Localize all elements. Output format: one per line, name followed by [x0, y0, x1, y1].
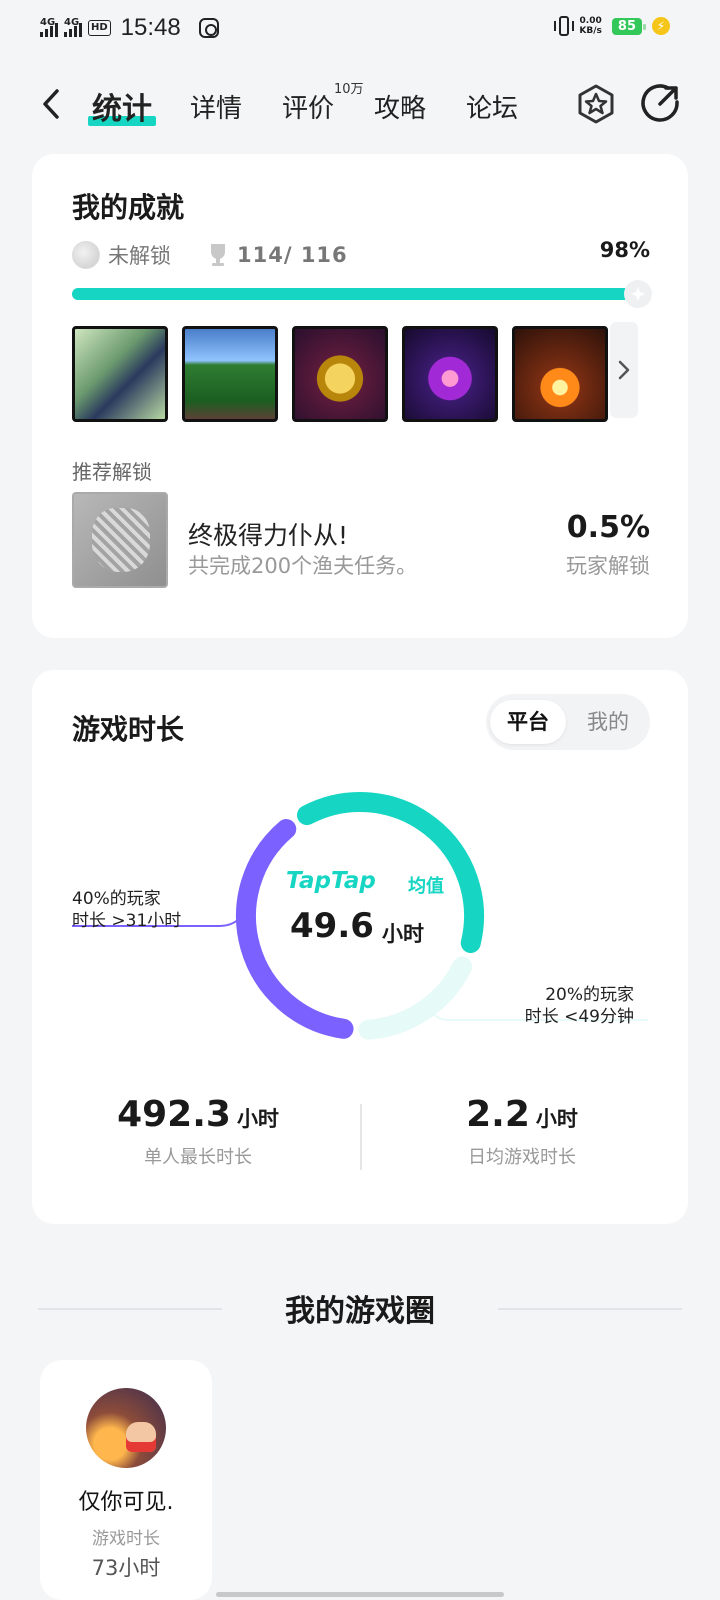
- net-speed-value: 0.00: [579, 16, 602, 26]
- friend-card[interactable]: 仅你可见. 游戏时长 73小时: [40, 1360, 212, 1600]
- daily-playtime-label: 日均游戏时长: [468, 1147, 576, 1168]
- achievement-icon-1[interactable]: [72, 326, 168, 422]
- recommended-unlock-percent: 0.5%: [566, 510, 650, 545]
- net-speed: 0.00 KB/s: [579, 16, 601, 36]
- achievements-title: 我的成就: [72, 191, 185, 224]
- reviews-count-badge: 10万: [334, 82, 364, 97]
- vibrate-icon: [554, 16, 575, 36]
- recommended-achievement-name[interactable]: 终极得力仆从!: [188, 516, 348, 552]
- tab-reviews[interactable]: 评价: [282, 88, 334, 125]
- star-hex-icon[interactable]: [574, 82, 618, 126]
- short-players-label: 20%的玩家 时长 <49分钟: [525, 984, 634, 1028]
- signal-icon: 4G: [64, 17, 82, 37]
- donut-segment-short: [358, 956, 473, 1040]
- achievement-count: 114/ 116: [237, 243, 348, 267]
- home-indicator[interactable]: [216, 1592, 504, 1597]
- recommended-achievement-desc: 共完成200个渔夫任务。: [188, 554, 418, 578]
- daily-playtime-stat: 2.2 小时 日均游戏时长: [372, 1094, 672, 1169]
- achievement-progress-fill: [72, 288, 631, 300]
- achievement-icon-3[interactable]: [292, 326, 388, 422]
- clock: 15:48: [120, 14, 181, 41]
- long-players-threshold: 时长 >31小时: [72, 911, 182, 931]
- achievement-progress-bar: [72, 288, 642, 300]
- charging-icon: ⚡: [652, 17, 670, 35]
- network-type: 4G: [64, 17, 80, 28]
- playtime-toggle: 平台 我的: [486, 694, 650, 750]
- tab-stats[interactable]: 统计: [88, 84, 156, 128]
- playtime-title: 游戏时长: [72, 713, 185, 746]
- chevron-right-icon: [618, 360, 630, 380]
- average-value: 49.6: [290, 906, 374, 946]
- hd-icon: HD: [88, 20, 111, 36]
- short-players-threshold: 时长 <49分钟: [524, 1007, 634, 1027]
- net-speed-unit: KB/s: [579, 26, 602, 36]
- short-players-share: 20%的玩家: [545, 985, 634, 1005]
- playtime-card: 游戏时长 平台 我的 TapTap 均值 49.6 小时 40%的玩家 时长 >…: [32, 670, 688, 1224]
- daily-playtime-value: 2.2: [466, 1094, 530, 1135]
- friend-playtime-label: 游戏时长: [92, 1529, 160, 1549]
- app-notification-icon: [198, 18, 219, 38]
- network-type: 4G: [40, 17, 56, 28]
- average-unit: 小时: [382, 922, 424, 946]
- share-icon[interactable]: [638, 82, 682, 126]
- long-players-label: 40%的玩家 时长 >31小时: [72, 888, 181, 932]
- recommend-label: 推荐解锁: [72, 460, 152, 484]
- signal-icon: 4G: [40, 17, 58, 37]
- max-playtime-value: 492.3: [117, 1094, 231, 1135]
- more-achievements-button[interactable]: [610, 322, 638, 418]
- achievement-icon-2[interactable]: [182, 326, 278, 422]
- divider-right: [498, 1308, 682, 1310]
- recommended-unlock-label: 玩家解锁: [566, 554, 650, 578]
- progress-end-icon: [624, 280, 652, 308]
- avatar[interactable]: [86, 1388, 166, 1468]
- locked-achievement-icon: [72, 241, 100, 269]
- friend-name: 仅你可见.: [78, 1490, 174, 1515]
- game-circle-header: 我的游戏圈: [0, 1286, 720, 1330]
- status-bar: 4G 4G HD 15:48 0.00 KB/s 85 ⚡: [0, 0, 720, 58]
- achievement-icon-4[interactable]: [402, 326, 498, 422]
- trophy-icon: [211, 244, 225, 266]
- max-playtime-stat: 492.3 小时 单人最长时长: [48, 1094, 348, 1169]
- friend-playtime-value: 73小时: [91, 1556, 161, 1580]
- back-icon[interactable]: [40, 88, 62, 120]
- battery-icon: 85: [611, 17, 647, 35]
- top-nav: 统计 详情 评价 10万 攻略 论坛: [0, 78, 720, 134]
- daily-playtime-unit: 小时: [535, 1107, 578, 1131]
- achievement-icon-5[interactable]: [512, 326, 608, 422]
- achievements-card: 我的成就 未解锁 114/ 116 98% 推荐解锁 终极得力仆从! 共完成20…: [32, 154, 688, 638]
- tab-details[interactable]: 详情: [190, 88, 242, 125]
- max-playtime-label: 单人最长时长: [144, 1147, 252, 1168]
- achievement-icons-row: [72, 326, 608, 422]
- tab-forum[interactable]: 论坛: [466, 88, 518, 125]
- toggle-mine[interactable]: 我的: [570, 700, 646, 744]
- recommended-achievement-icon[interactable]: [72, 492, 168, 588]
- average-label: 均值: [408, 876, 444, 897]
- achievement-percent: 98%: [599, 238, 650, 262]
- tab-guides[interactable]: 攻略: [374, 88, 426, 125]
- max-playtime-unit: 小时: [236, 1107, 279, 1131]
- stats-divider: [360, 1104, 362, 1170]
- toggle-platform[interactable]: 平台: [490, 700, 566, 744]
- taptap-logo: TapTap: [286, 868, 376, 894]
- locked-label: 未解锁: [108, 244, 171, 268]
- long-players-share: 40%的玩家: [72, 889, 161, 909]
